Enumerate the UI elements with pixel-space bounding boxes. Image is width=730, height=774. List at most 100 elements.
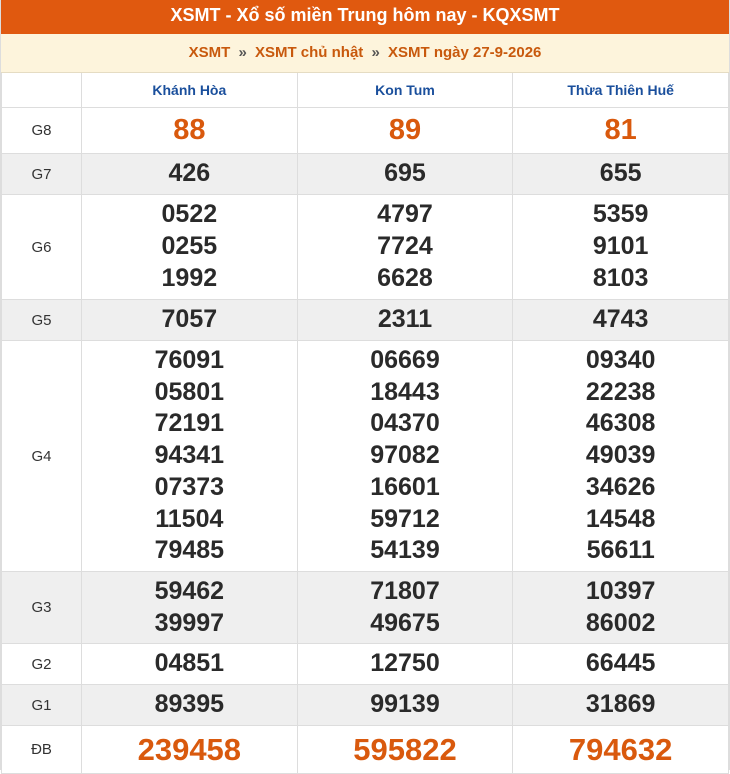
prize-row-g2: G2 04851 12750 66445 — [1, 643, 729, 685]
prize-row-g6: G6 0522 0255 1992 4797 7724 6628 5359 9101 8103 — [1, 194, 729, 300]
prize-cell: 09340 22238 46308 49039 34626 14548 56611 — [512, 340, 729, 572]
prize-label: G1 — [1, 684, 82, 726]
prize-label: G2 — [1, 643, 82, 685]
breadcrumb-xsmt-link[interactable]: XSMT — [189, 44, 231, 61]
prize-row-db: ĐB 239458 595822 794632 — [1, 725, 729, 774]
lottery-number: 5359 — [592, 200, 649, 229]
prize-label: ĐB — [1, 725, 82, 774]
lottery-number: 49675 — [370, 608, 440, 637]
breadcrumb: XSMT » XSMT chủ nhật » XSMT ngày 27-9-20… — [1, 34, 729, 73]
lottery-number: 655 — [599, 159, 642, 188]
prize-cell: 12750 — [296, 643, 514, 685]
prize-cell: 695 — [296, 153, 514, 195]
page-title: XSMT - Xổ số miền Trung hôm nay - KQXSMT — [1, 0, 729, 34]
lottery-number: 59712 — [370, 504, 440, 533]
breadcrumb-sunday-link[interactable]: XSMT chủ nhật — [255, 44, 363, 61]
lottery-number: 89 — [388, 113, 422, 146]
lottery-number: 54139 — [370, 536, 440, 565]
lottery-number: 49039 — [585, 441, 656, 470]
prize-cell: 4743 — [512, 299, 729, 341]
prize-cell: 4797 7724 6628 — [296, 194, 514, 300]
lottery-number: 06669 — [370, 346, 440, 375]
lottery-number: 4797 — [377, 200, 433, 229]
lottery-number: 72191 — [154, 409, 225, 438]
prize-cell: 88 — [81, 107, 298, 154]
lottery-number: 2311 — [377, 305, 433, 334]
prize-cell: 76091 05801 72191 94341 07373 11504 79485 — [81, 340, 298, 572]
lottery-number: 239458 — [137, 731, 242, 767]
breadcrumb-separator: » — [371, 44, 380, 61]
prize-cell: 71807 49675 — [296, 571, 514, 644]
lottery-number: 9101 — [592, 232, 649, 261]
lottery-number: 66445 — [585, 649, 656, 678]
lottery-number: 76091 — [154, 346, 225, 375]
lottery-number: 22238 — [585, 377, 656, 406]
prize-cell: 89 — [296, 107, 514, 154]
prize-cell: 7057 — [81, 299, 298, 341]
prize-cell: 655 — [512, 153, 729, 195]
lottery-number: 07373 — [154, 472, 225, 501]
lottery-number: 14548 — [585, 504, 656, 533]
lottery-number: 794632 — [568, 731, 673, 767]
lottery-number: 79485 — [154, 536, 225, 565]
lottery-number: 39997 — [154, 608, 225, 637]
prize-label: G6 — [1, 194, 82, 300]
province-header-thua-thien-hue[interactable]: Thừa Thiên Huế — [512, 73, 729, 108]
lottery-number: 11504 — [155, 504, 224, 533]
breadcrumb-separator: » — [238, 44, 247, 61]
lottery-number: 595822 — [353, 731, 457, 767]
lottery-number: 4743 — [592, 305, 649, 334]
prize-label: G3 — [1, 571, 82, 644]
lottery-number: 16601 — [370, 472, 440, 501]
breadcrumb-date-link[interactable]: XSMT ngày 27-9-2026 — [388, 44, 541, 61]
lottery-number: 6628 — [377, 263, 433, 292]
prize-row-g4: G4 76091 05801 72191 94341 07373 11504 79485 066… — [1, 340, 729, 572]
prize-cell: 89395 — [81, 684, 298, 726]
lottery-number: 12750 — [370, 649, 440, 678]
lottery-number: 86002 — [585, 608, 656, 637]
lottery-number: 18443 — [370, 377, 440, 406]
prize-cell: 81 — [512, 107, 729, 154]
lottery-number: 695 — [384, 159, 426, 188]
prize-row-g7: G7 426 695 655 — [1, 153, 729, 195]
lottery-number: 94341 — [154, 441, 225, 470]
prize-label: G5 — [1, 299, 82, 341]
results-table: Khánh Hòa Kon Tum Thừa Thiên Huế G8 88 89 8… — [1, 73, 729, 774]
lottery-number: 8103 — [592, 263, 649, 292]
lottery-number: 81 — [604, 113, 637, 146]
prize-cell: 10397 86002 — [512, 571, 729, 644]
lottery-number: 7724 — [377, 232, 433, 261]
lottery-number: 59462 — [154, 576, 225, 605]
prize-cell: 66445 — [512, 643, 729, 685]
lottery-number: 31869 — [585, 690, 656, 719]
prize-row-g1: G1 89395 99139 31869 — [1, 684, 729, 726]
prize-label: G8 — [1, 107, 82, 154]
lottery-number: 04851 — [154, 649, 225, 678]
lottery-number: 46308 — [585, 409, 656, 438]
results-panel: XSMT - Xổ số miền Trung hôm nay - KQXSMT… — [0, 0, 730, 774]
lottery-number: 88 — [173, 113, 206, 146]
prize-cell: 59462 39997 — [81, 571, 298, 644]
lottery-number: 0522 — [161, 200, 218, 229]
prize-cell: 2311 — [296, 299, 514, 341]
lottery-number: 426 — [168, 159, 211, 188]
prize-row-g3: G3 59462 39997 71807 49675 10397 86002 — [1, 571, 729, 644]
prize-column-header — [1, 73, 82, 108]
lottery-number: 99139 — [370, 690, 440, 719]
lottery-number: 71807 — [370, 576, 440, 605]
prize-cell: 426 — [81, 153, 298, 195]
lottery-number: 05801 — [154, 377, 225, 406]
lottery-number: 09340 — [585, 346, 656, 375]
prize-row-g8: G8 88 89 81 — [1, 107, 729, 154]
lottery-number: 1992 — [161, 263, 218, 292]
province-header-khanh-hoa[interactable]: Khánh Hòa — [81, 73, 298, 108]
lottery-number: 89395 — [154, 690, 225, 719]
lottery-number: 56611 — [586, 536, 655, 565]
lottery-number: 0255 — [161, 232, 218, 261]
province-header-kon-tum[interactable]: Kon Tum — [296, 73, 514, 108]
prize-cell: 5359 9101 8103 — [512, 194, 729, 300]
prize-cell: 239458 — [81, 725, 298, 774]
lottery-number: 10397 — [585, 576, 656, 605]
prize-cell: 04851 — [81, 643, 298, 685]
lottery-number: 97082 — [370, 441, 440, 470]
